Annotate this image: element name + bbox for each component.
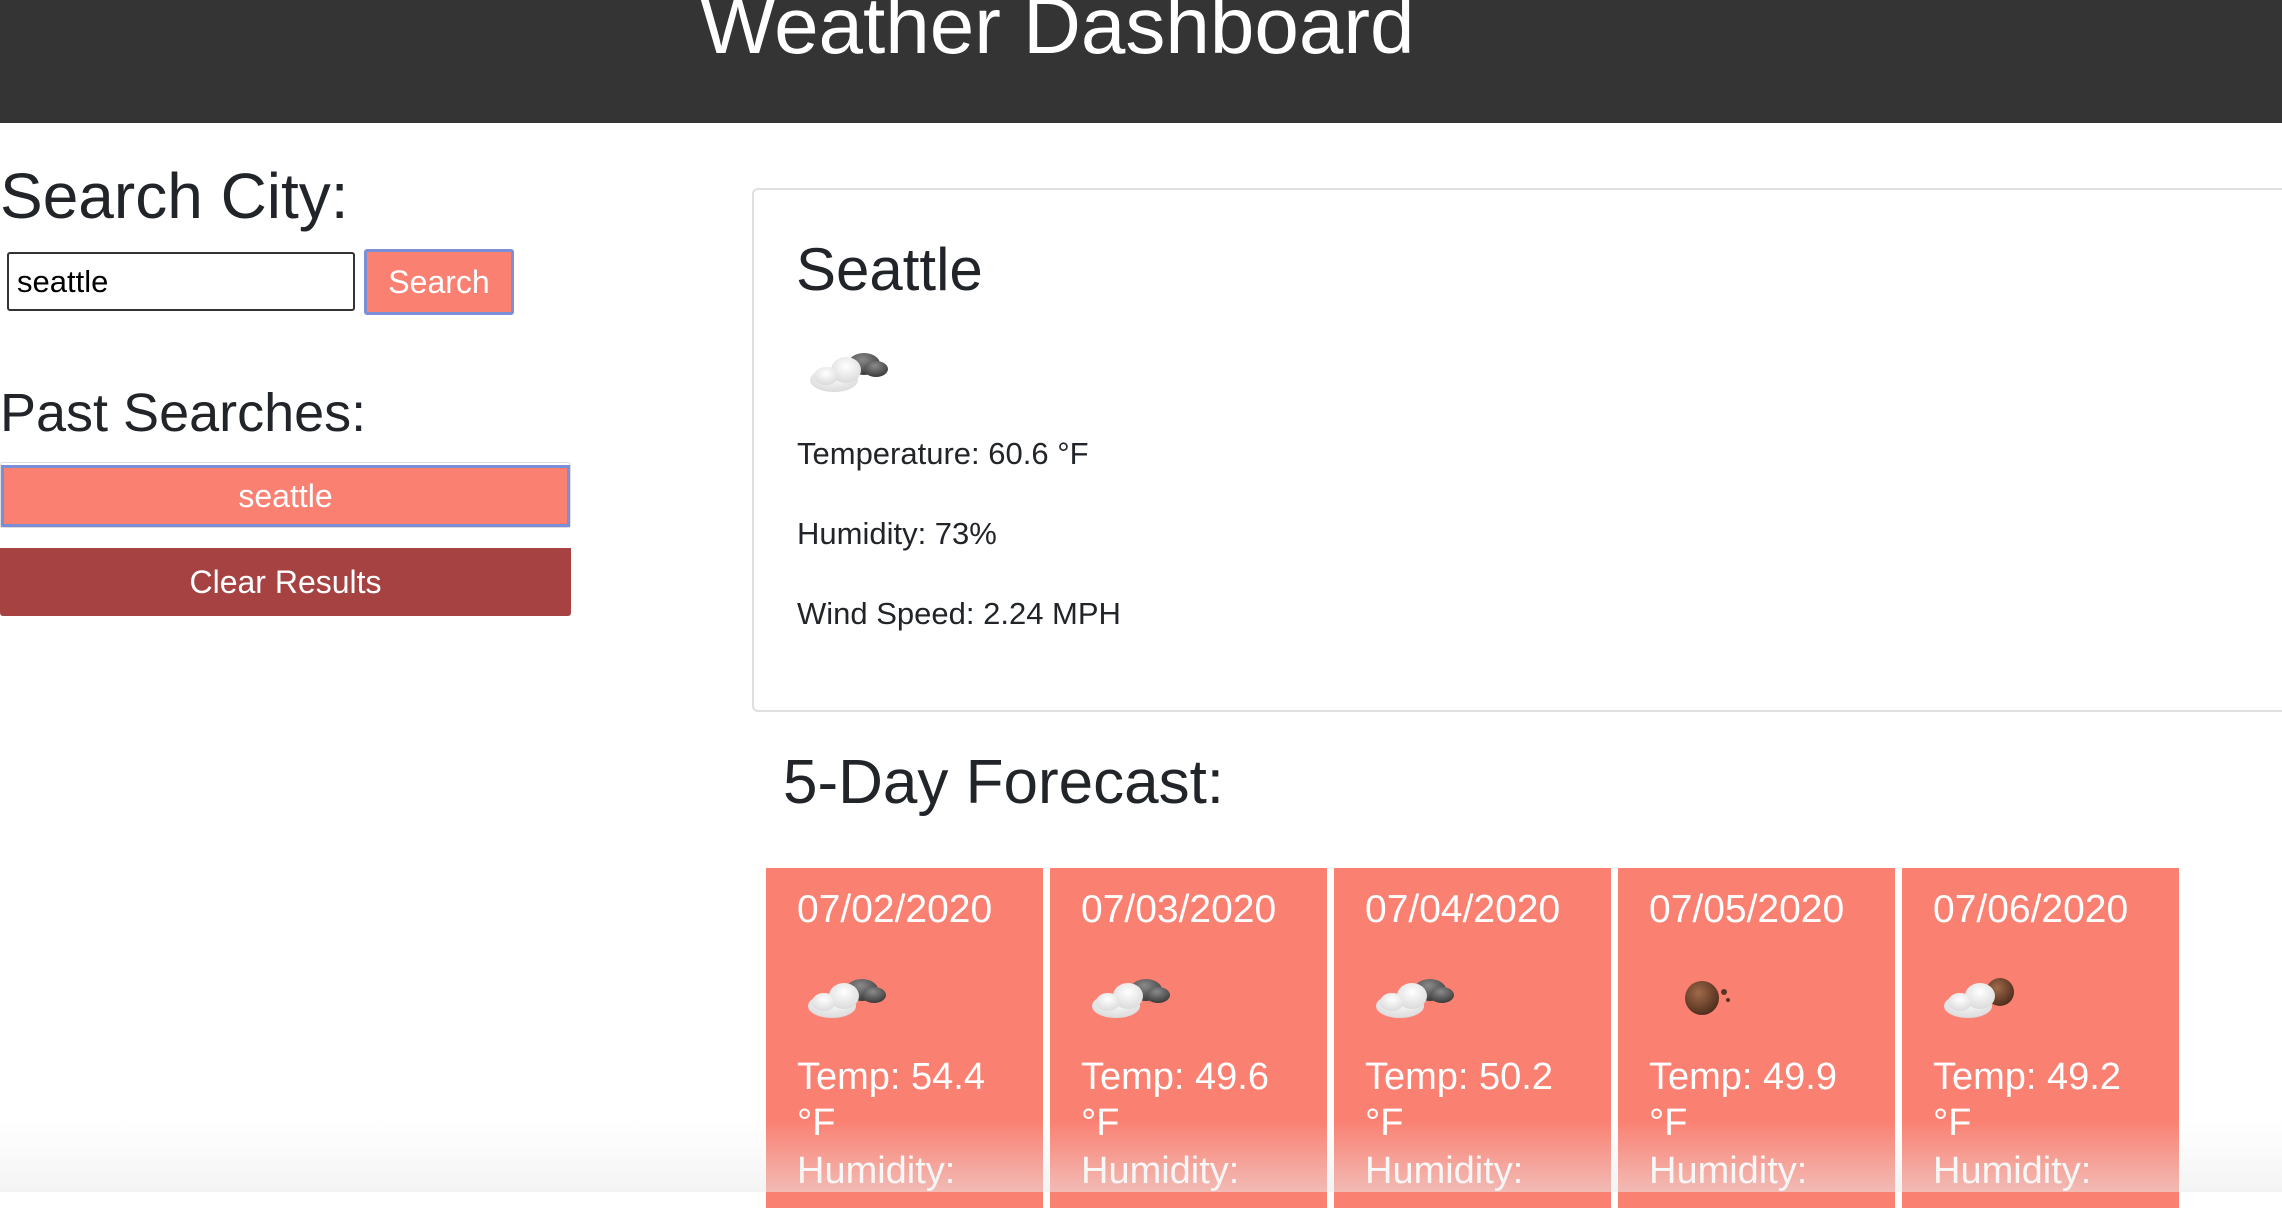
forecast-date: 07/06/2020 (1933, 888, 2129, 931)
forecast-card-day-5: 07/06/2020 Temp: 49.2 °F Humidity: (1902, 868, 2179, 1208)
forecast-date: 07/02/2020 (797, 888, 993, 931)
page-title: Weather Dashboard (700, 0, 1415, 70)
city-search-input[interactable] (7, 252, 355, 311)
forecast-humidity: Humidity: (1081, 1150, 1240, 1192)
forecast-card-day-4: 07/05/2020 Temp: 49.9 °F Humidity: (1618, 868, 1895, 1208)
cloudy-icon (1370, 968, 1460, 1024)
forecast-heading: 5-Day Forecast: (783, 748, 1225, 817)
forecast-date: 07/04/2020 (1365, 888, 1561, 931)
forecast-temp: Temp: 50.2 °F (1365, 1056, 1553, 1144)
app-header: Weather Dashboard (0, 0, 2282, 123)
forecast-humidity: Humidity: (1933, 1150, 2092, 1192)
current-wind-speed: Wind Speed: 2.24 MPH (797, 596, 1121, 631)
clear-results-button[interactable]: Clear Results (0, 548, 571, 616)
forecast-humidity: Humidity: (1365, 1150, 1524, 1192)
night-cloudy-icon (1938, 968, 2028, 1024)
forecast-card-day-3: 07/04/2020 Temp: 50.2 °F Humidity: (1334, 868, 1611, 1208)
forecast-temp: Temp: 49.2 °F (1933, 1056, 2121, 1144)
past-search-item[interactable]: seattle (1, 465, 570, 527)
forecast-card-day-1: 07/02/2020 Temp: 54.4 °F Humidity: (766, 868, 1043, 1208)
cloudy-icon (804, 342, 894, 398)
forecast-humidity: Humidity: (1649, 1150, 1808, 1192)
night-partly-cloudy-icon (1654, 968, 1744, 1024)
current-city-name: Seattle (796, 236, 983, 303)
current-humidity: Humidity: 73% (797, 516, 997, 551)
past-searches-heading: Past Searches: (0, 383, 367, 443)
forecast-date: 07/05/2020 (1649, 888, 1845, 931)
forecast-temp: Temp: 49.6 °F (1081, 1056, 1269, 1144)
forecast-date: 07/03/2020 (1081, 888, 1277, 931)
current-temperature: Temperature: 60.6 °F (797, 436, 1089, 471)
forecast-temp: Temp: 54.4 °F (797, 1056, 985, 1144)
past-searches-list: seattle (0, 462, 571, 528)
cloudy-icon (802, 968, 892, 1024)
forecast-temp: Temp: 49.9 °F (1649, 1056, 1837, 1144)
forecast-card-day-2: 07/03/2020 Temp: 49.6 °F Humidity: (1050, 868, 1327, 1208)
search-city-heading: Search City: (0, 160, 349, 232)
forecast-humidity: Humidity: (797, 1150, 956, 1192)
current-weather-card: Seattle Temperature: 60.6 °F Humidity: 7… (752, 188, 2282, 712)
search-button[interactable]: Search (364, 249, 514, 315)
cloudy-icon (1086, 968, 1176, 1024)
